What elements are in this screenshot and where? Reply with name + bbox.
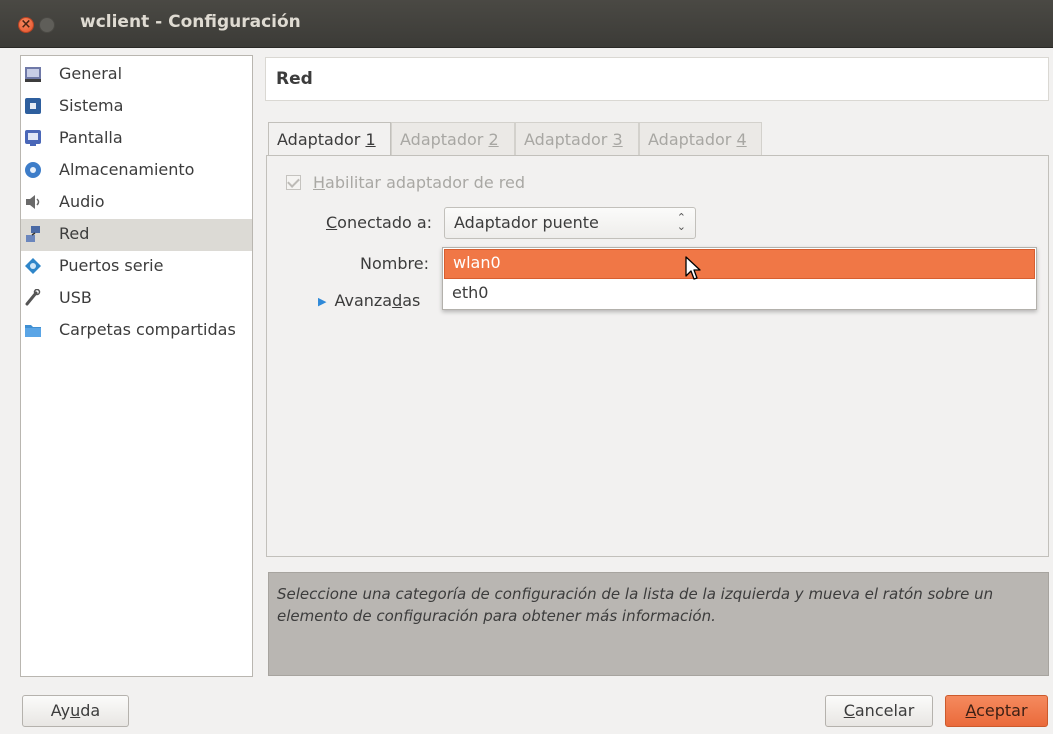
page-title: Red — [276, 69, 313, 89]
help-button[interactable]: Ayuda — [22, 695, 129, 727]
tab-label: Adaptador — [277, 130, 366, 149]
sidebar-item-label: General — [59, 64, 123, 83]
general-icon — [25, 67, 41, 82]
label-text: onectado a: — [337, 213, 433, 232]
combo-arrows-icon: ⌃ ⌄ — [676, 211, 686, 233]
button-mnemonic: u — [70, 701, 81, 720]
sidebar-item-system[interactable]: Sistema — [21, 91, 252, 123]
sidebar-item-network[interactable]: Red — [21, 219, 252, 251]
help-info-box: Seleccione una categoría de configuració… — [268, 572, 1049, 676]
window-titlebar[interactable]: × wclient - Configuración — [0, 0, 1053, 48]
button-mnemonic: A — [965, 701, 977, 720]
usb-icon — [25, 289, 41, 306]
tab-label: Adaptador — [400, 130, 489, 149]
sidebar-item-label: USB — [59, 288, 92, 307]
button-label: Ay — [50, 701, 71, 720]
window-title: wclient - Configuración — [80, 12, 301, 32]
name-label: Nombre: — [360, 254, 429, 273]
sidebar-item-label: Audio — [59, 192, 105, 211]
dropdown-option-wlan0[interactable]: wlan0 — [444, 249, 1035, 279]
label-mnemonic: H — [313, 173, 326, 192]
option-label: wlan0 — [453, 253, 501, 272]
system-icon — [25, 98, 41, 114]
help-info-text: Seleccione una categoría de configuració… — [277, 585, 994, 625]
serial-ports-icon — [25, 258, 41, 274]
expander-arrow-icon: ▶ — [318, 295, 327, 308]
network-icon — [26, 226, 40, 242]
close-window-button[interactable]: × — [18, 17, 34, 33]
sidebar-item-label: Pantalla — [59, 128, 123, 147]
tab-mnemonic: 1 — [365, 130, 376, 149]
sidebar-item-label: Sistema — [59, 96, 124, 115]
sidebar-item-audio[interactable]: Audio — [21, 187, 252, 219]
sidebar-item-label: Puertos serie — [59, 256, 164, 275]
cancel-button[interactable]: Cancelar — [825, 695, 933, 727]
accept-button[interactable]: Aceptar — [945, 695, 1048, 727]
tab-mnemonic: 4 — [736, 130, 747, 149]
enable-adapter-label: Habilitar adaptador de red — [313, 173, 525, 192]
button-label: da — [80, 701, 101, 720]
connected-to-select[interactable]: Adaptador puente ⌃ ⌄ — [444, 207, 696, 239]
label-text: abilitar adaptador de red — [325, 173, 525, 192]
shared-folders-icon — [25, 325, 41, 337]
close-icon: × — [20, 17, 32, 32]
display-icon — [25, 130, 41, 146]
sidebar-item-display[interactable]: Pantalla — [21, 123, 252, 155]
button-mnemonic: C — [843, 701, 855, 720]
sidebar-item-usb[interactable]: USB — [21, 283, 252, 315]
tab-adapter-1[interactable]: Adaptador 1 — [268, 122, 391, 157]
page-title-box: Red — [265, 57, 1049, 101]
label-mnemonic: C — [326, 213, 338, 232]
button-label: ancelar — [854, 701, 915, 720]
sidebar-item-label: Red — [59, 224, 90, 243]
tab-mnemonic: 3 — [612, 130, 623, 149]
advanced-expander[interactable]: ▶ Avanzadas — [318, 291, 420, 310]
sidebar-item-label: Carpetas compartidas — [59, 320, 236, 339]
tab-mnemonic: 2 — [488, 130, 499, 149]
connected-to-label: Conectado a: — [326, 213, 432, 232]
option-label: eth0 — [452, 283, 489, 302]
sidebar-item-label: Almacenamiento — [59, 160, 195, 179]
name-dropdown-list[interactable]: wlan0 eth0 — [442, 247, 1037, 310]
expander-label: as — [402, 291, 421, 310]
dropdown-option-eth0[interactable]: eth0 — [444, 279, 1035, 309]
tab-label: Adaptador — [524, 130, 613, 149]
mouse-pointer-icon — [685, 256, 701, 280]
storage-icon — [25, 162, 41, 178]
minimize-window-button[interactable] — [39, 17, 55, 33]
sidebar-item-shared-folders[interactable]: Carpetas compartidas — [21, 315, 252, 347]
connected-to-value: Adaptador puente — [454, 213, 599, 232]
enable-adapter-checkbox[interactable] — [286, 175, 301, 190]
sidebar-item-general[interactable]: General — [21, 59, 252, 91]
sidebar-item-serial-ports[interactable]: Puertos serie — [21, 251, 252, 283]
sidebar-item-storage[interactable]: Almacenamiento — [21, 155, 252, 187]
expander-label: Avanza — [334, 291, 393, 310]
expander-mnemonic: d — [392, 291, 403, 310]
tab-label: Adaptador — [648, 130, 737, 149]
button-label: ceptar — [976, 701, 1028, 720]
settings-category-list[interactable]: General Sistema Pantalla Almacenamiento … — [20, 55, 253, 677]
tab-adapter-4[interactable]: Adaptador 4 — [639, 122, 762, 156]
tab-adapter-2[interactable]: Adaptador 2 — [391, 122, 515, 156]
tab-adapter-3[interactable]: Adaptador 3 — [515, 122, 639, 156]
audio-icon — [26, 195, 40, 209]
